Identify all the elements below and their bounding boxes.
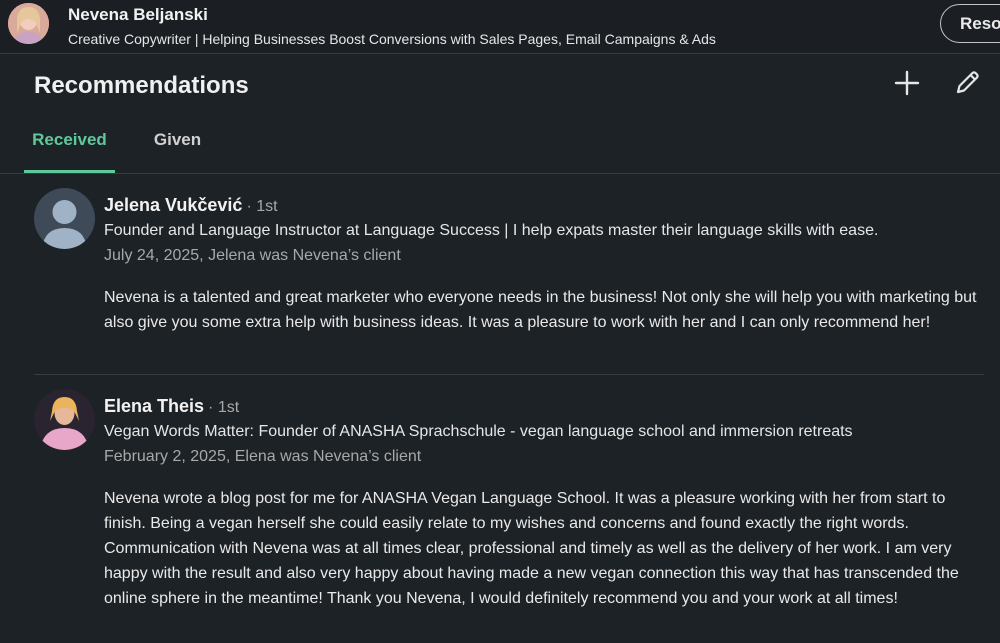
recommender-name-text[interactable]: Jelena Vukčević <box>104 195 242 215</box>
profile-avatar[interactable] <box>8 3 49 44</box>
resources-button[interactable]: Reso <box>940 4 1000 43</box>
recommender-avatar[interactable] <box>34 188 95 249</box>
tab-received[interactable]: Received <box>24 117 115 173</box>
recommendation-text: Nevena wrote a blog post for me for ANAS… <box>104 490 959 607</box>
recommendations-card: Recommendations Received Given Jelena Vu… <box>0 55 1000 643</box>
profile-headline: Creative Copywriter | Helping Businesses… <box>68 31 716 47</box>
profile-name: Nevena Beljanski <box>68 5 208 24</box>
add-recommendation-button[interactable] <box>891 67 923 99</box>
recommender-avatar[interactable] <box>34 389 95 450</box>
recommendation-meta: February 2, 2025, Elena was Nevena’s cli… <box>104 448 422 465</box>
pencil-icon <box>956 71 979 94</box>
plus-icon <box>894 70 920 96</box>
recommender-headline: Founder and Language Instructor at Langu… <box>104 222 879 239</box>
recommender-headline: Vegan Words Matter: Founder of ANASHA Sp… <box>104 423 853 440</box>
recommender-name[interactable]: Elena Theis · 1st <box>104 396 239 417</box>
section-title: Recommendations <box>34 72 249 99</box>
recommender-name-text[interactable]: Elena Theis <box>104 396 204 416</box>
divider <box>34 374 984 375</box>
default-person-icon <box>34 188 95 249</box>
profile-sticky-header: Nevena Beljanski Creative Copywriter | H… <box>0 0 1000 54</box>
recommendation-tabs: Received Given <box>0 117 1000 174</box>
tab-given[interactable]: Given <box>140 117 215 173</box>
edit-recommendations-button[interactable] <box>951 67 983 99</box>
recommendation-meta: July 24, 2025, Jelena was Nevena’s clien… <box>104 247 401 264</box>
connection-degree: · 1st <box>246 198 278 215</box>
connection-degree: · 1st <box>208 399 240 416</box>
recommender-photo <box>34 389 95 450</box>
recommendation-text: Nevena is a talented and great marketer … <box>104 289 977 331</box>
recommender-name[interactable]: Jelena Vukčević · 1st <box>104 195 278 216</box>
